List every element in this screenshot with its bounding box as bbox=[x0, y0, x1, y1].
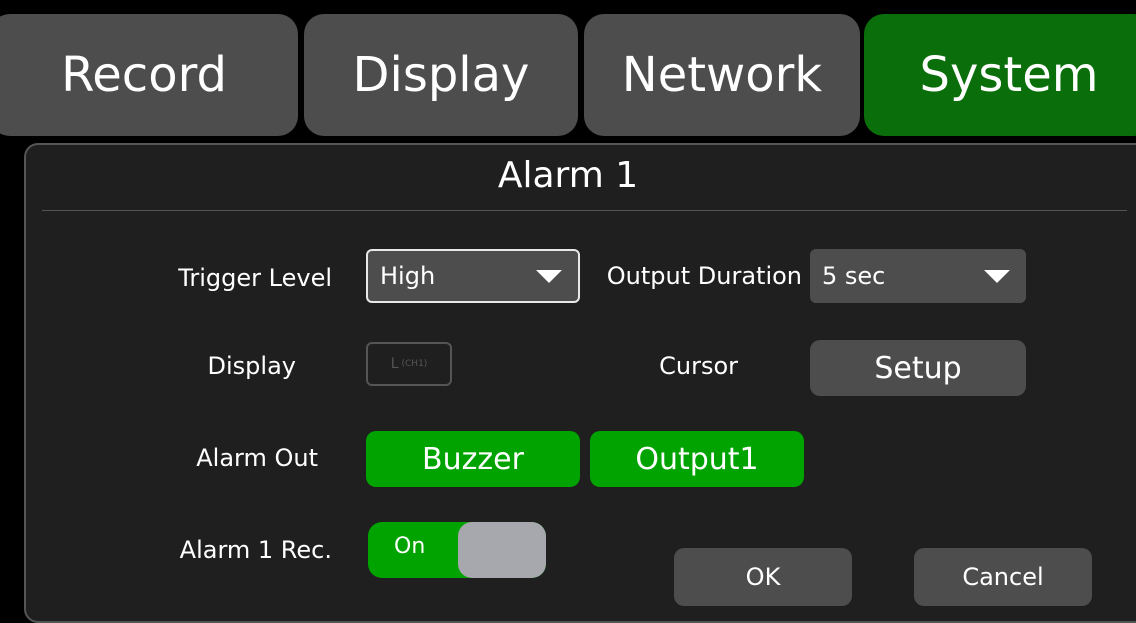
buzzer-button[interactable]: Buzzer bbox=[366, 431, 580, 487]
toggle-knob[interactable] bbox=[458, 522, 546, 578]
output-duration-label: Output Duration bbox=[606, 262, 802, 290]
trigger-level-label: Trigger Level bbox=[178, 264, 332, 292]
cancel-button[interactable]: Cancel bbox=[914, 548, 1092, 606]
display-channel-text: L bbox=[390, 356, 399, 372]
chevron-down-icon bbox=[984, 270, 1010, 283]
cursor-setup-button[interactable]: Setup bbox=[810, 340, 1026, 396]
display-label: Display bbox=[207, 352, 296, 380]
display-channel-box[interactable]: L (CH1) bbox=[366, 342, 452, 386]
trigger-level-select[interactable]: High bbox=[366, 249, 580, 303]
tab-record[interactable]: Record bbox=[0, 14, 298, 136]
alarm-rec-toggle[interactable]: On bbox=[368, 522, 546, 578]
tab-system[interactable]: System bbox=[864, 14, 1136, 136]
alarm-rec-label: Alarm 1 Rec. bbox=[179, 536, 332, 564]
toggle-on-label: On bbox=[394, 534, 426, 559]
output-duration-value: 5 sec bbox=[822, 262, 886, 290]
cursor-label: Cursor bbox=[659, 352, 738, 380]
tab-display[interactable]: Display bbox=[304, 14, 578, 136]
tab-network[interactable]: Network bbox=[584, 14, 860, 136]
ok-button[interactable]: OK bbox=[674, 548, 852, 606]
title-divider bbox=[42, 210, 1127, 211]
output-duration-select[interactable]: 5 sec bbox=[810, 249, 1026, 303]
alarm-out-label: Alarm Out bbox=[196, 444, 318, 472]
chevron-down-icon bbox=[536, 270, 562, 283]
trigger-level-value: High bbox=[380, 262, 436, 290]
output1-button[interactable]: Output1 bbox=[590, 431, 804, 487]
display-channel-sub: (CH1) bbox=[401, 359, 428, 369]
panel-title: Alarm 1 bbox=[497, 155, 639, 196]
